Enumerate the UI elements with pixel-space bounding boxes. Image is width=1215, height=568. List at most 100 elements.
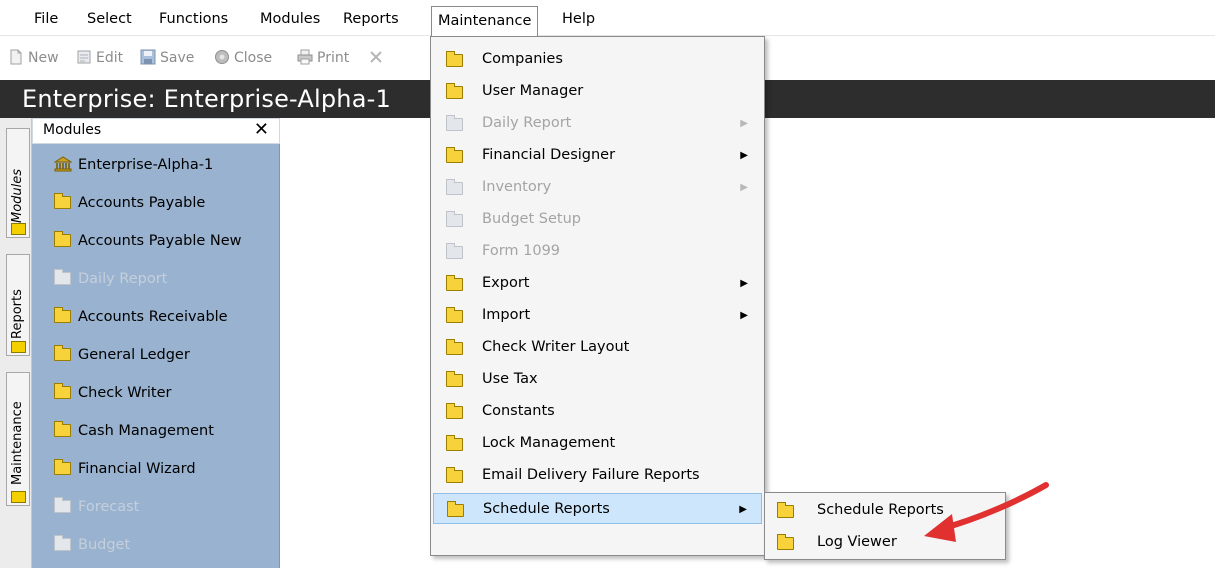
menu-modules[interactable]: Modules bbox=[254, 7, 326, 31]
close-circle-icon bbox=[215, 50, 229, 64]
folder-icon bbox=[54, 231, 71, 247]
folder-icon bbox=[11, 491, 26, 503]
menu-item-user-manager[interactable]: User Manager bbox=[433, 76, 762, 107]
menu-file[interactable]: File bbox=[28, 7, 64, 31]
cancel-x-icon bbox=[370, 51, 382, 63]
folder-icon bbox=[446, 275, 463, 291]
folder-icon bbox=[777, 534, 794, 550]
module-item-label: Forecast bbox=[78, 499, 140, 515]
menu-reports[interactable]: Reports bbox=[337, 7, 405, 31]
vertical-tab-strip: Modules Reports Maintenance bbox=[0, 118, 32, 568]
module-item-label: Financial Wizard bbox=[78, 461, 196, 477]
menu-item-budget-setup: Budget Setup bbox=[433, 204, 762, 235]
folder-icon bbox=[777, 502, 794, 518]
module-item-forecast: Forecast bbox=[54, 495, 139, 519]
folder-icon bbox=[446, 307, 463, 323]
folder-icon bbox=[447, 501, 464, 517]
module-item-label: Daily Report bbox=[78, 271, 168, 287]
tab-reports-label: Reports bbox=[10, 289, 25, 339]
module-item-label: Enterprise-Alpha-1 bbox=[78, 157, 214, 173]
edit-label: Edit bbox=[96, 50, 124, 66]
page-title: Enterprise: Enterprise-Alpha-1 bbox=[22, 85, 391, 113]
modules-panel-title: Modules bbox=[43, 122, 102, 138]
menu-item-companies[interactable]: Companies bbox=[433, 44, 762, 75]
new-button[interactable]: New bbox=[8, 48, 59, 68]
module-item-financial-wizard[interactable]: Financial Wizard bbox=[54, 457, 196, 481]
menu-item-check-writer-layout[interactable]: Check Writer Layout bbox=[433, 332, 762, 363]
menu-item-label: Budget Setup bbox=[482, 211, 581, 227]
folder-icon bbox=[54, 269, 71, 285]
menu-item-schedule-reports[interactable]: Schedule Reports ▶ bbox=[433, 493, 762, 524]
folder-icon bbox=[446, 467, 463, 483]
menu-item-email-delivery-failure-reports[interactable]: Email Delivery Failure Reports bbox=[433, 460, 762, 491]
folder-icon bbox=[54, 459, 71, 475]
module-item-label: Accounts Receivable bbox=[78, 309, 228, 325]
menu-item-label: Inventory bbox=[482, 179, 552, 195]
new-document-icon bbox=[10, 49, 22, 65]
menu-help[interactable]: Help bbox=[556, 7, 601, 31]
module-item-cash-management[interactable]: Cash Management bbox=[54, 419, 214, 443]
cancel-button[interactable] bbox=[368, 48, 388, 68]
building-icon bbox=[54, 156, 72, 172]
print-button[interactable]: Print bbox=[297, 48, 349, 68]
module-item-accounts-payable[interactable]: Accounts Payable bbox=[54, 191, 205, 215]
menu-item-label: Daily Report bbox=[482, 115, 572, 131]
maintenance-dropdown-menu: Companies User Manager Daily Report ▶ Fin… bbox=[430, 36, 765, 556]
close-icon[interactable]: ✕ bbox=[254, 119, 269, 140]
new-label: New bbox=[28, 50, 59, 66]
folder-icon bbox=[11, 341, 26, 353]
close-button[interactable]: Close bbox=[214, 48, 272, 68]
menu-item-daily-report: Daily Report ▶ bbox=[433, 108, 762, 139]
module-item-accounts-payable-new[interactable]: Accounts Payable New bbox=[54, 229, 242, 253]
folder-icon bbox=[446, 179, 463, 195]
folder-icon bbox=[54, 383, 71, 399]
folder-icon bbox=[54, 307, 71, 323]
menu-item-import[interactable]: Import ▶ bbox=[433, 300, 762, 331]
save-label: Save bbox=[160, 50, 195, 66]
submenu-arrow-icon: ▶ bbox=[740, 278, 748, 289]
menu-item-export[interactable]: Export ▶ bbox=[433, 268, 762, 299]
module-item-label: Check Writer bbox=[78, 385, 172, 401]
printer-icon bbox=[297, 49, 313, 65]
edit-button[interactable]: Edit bbox=[76, 48, 123, 68]
annotation-arrow-icon bbox=[924, 482, 1049, 542]
menu-item-lock-management[interactable]: Lock Management bbox=[433, 428, 762, 459]
module-item-label: Accounts Payable bbox=[78, 195, 206, 211]
modules-panel: Modules ✕ Enterprise-Alpha-1 Accounts Pa… bbox=[32, 118, 280, 568]
menu-functions[interactable]: Functions bbox=[153, 7, 234, 31]
menu-item-label: Export bbox=[482, 275, 530, 291]
menu-item-label: Email Delivery Failure Reports bbox=[482, 467, 700, 483]
save-button[interactable]: Save bbox=[140, 48, 194, 68]
module-item-check-writer[interactable]: Check Writer bbox=[54, 381, 171, 405]
folder-icon bbox=[446, 51, 463, 67]
submenu-item-label: Log Viewer bbox=[817, 534, 897, 550]
folder-icon bbox=[446, 403, 463, 419]
tab-maintenance[interactable]: Maintenance bbox=[6, 372, 30, 506]
menu-item-label: Lock Management bbox=[482, 435, 616, 451]
menu-item-constants[interactable]: Constants bbox=[433, 396, 762, 427]
menu-item-use-tax[interactable]: Use Tax bbox=[433, 364, 762, 395]
folder-icon bbox=[446, 211, 463, 227]
menu-item-label: Financial Designer bbox=[482, 147, 616, 163]
menu-select[interactable]: Select bbox=[81, 7, 138, 31]
module-item-budget: Budget bbox=[54, 533, 130, 557]
module-item-enterprise[interactable]: Enterprise-Alpha-1 bbox=[54, 153, 213, 177]
tab-modules-label: Modules bbox=[10, 168, 25, 223]
floppy-disk-icon bbox=[140, 49, 156, 65]
menu-item-form-1099: Form 1099 bbox=[433, 236, 762, 267]
folder-icon bbox=[54, 345, 71, 361]
folder-icon bbox=[446, 339, 463, 355]
menu-item-label: Schedule Reports bbox=[483, 501, 610, 517]
menu-item-label: Import bbox=[482, 307, 531, 323]
menu-item-label: Companies bbox=[482, 51, 563, 67]
submenu-arrow-icon: ▶ bbox=[739, 504, 747, 515]
folder-icon bbox=[54, 497, 71, 513]
module-item-general-ledger[interactable]: General Ledger bbox=[54, 343, 190, 367]
menu-item-inventory: Inventory ▶ bbox=[433, 172, 762, 203]
tab-modules[interactable]: Modules bbox=[6, 128, 30, 238]
module-item-accounts-receivable[interactable]: Accounts Receivable bbox=[54, 305, 228, 329]
folder-icon bbox=[446, 371, 463, 387]
menu-item-financial-designer[interactable]: Financial Designer ▶ bbox=[433, 140, 762, 171]
menu-maintenance[interactable]: Maintenance bbox=[431, 6, 539, 36]
tab-reports[interactable]: Reports bbox=[6, 254, 30, 356]
